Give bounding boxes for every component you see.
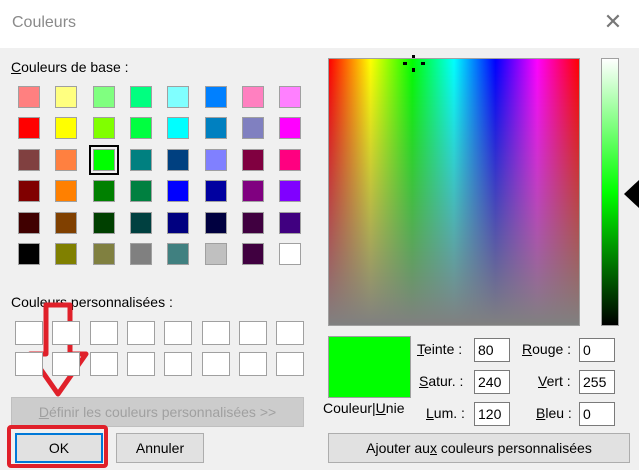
teinte-field[interactable]: 80 <box>474 338 510 362</box>
custom-color-swatch[interactable] <box>52 352 81 376</box>
basic-color-swatch[interactable] <box>204 86 227 108</box>
basic-color-swatch[interactable] <box>55 180 78 203</box>
basic-color-swatch[interactable] <box>279 243 302 265</box>
custom-color-swatch[interactable] <box>201 352 230 376</box>
basic-color-swatch[interactable] <box>279 180 302 203</box>
basic-color-swatch[interactable] <box>18 148 40 171</box>
basic-color-swatch[interactable] <box>241 211 264 234</box>
custom-color-swatch[interactable] <box>126 352 155 376</box>
custom-color-swatch[interactable] <box>164 352 193 376</box>
lum-field[interactable]: 120 <box>474 402 510 426</box>
color-preview <box>328 336 411 398</box>
basic-color-swatch[interactable] <box>18 117 40 140</box>
custom-color-swatch[interactable] <box>52 321 81 345</box>
basic-color-swatch[interactable] <box>241 180 264 203</box>
custom-color-swatch[interactable] <box>276 321 305 345</box>
basic-color-swatch[interactable] <box>55 148 78 171</box>
basic-color-swatch[interactable] <box>129 243 152 265</box>
luminance-bar[interactable] <box>601 58 619 326</box>
rouge-field[interactable]: 0 <box>579 338 615 362</box>
basic-color-swatch[interactable] <box>167 243 190 265</box>
basic-color-swatch[interactable] <box>88 144 119 175</box>
custom-color-swatch[interactable] <box>238 321 267 345</box>
vert-field[interactable]: 255 <box>579 370 615 394</box>
basic-color-swatch[interactable] <box>129 86 152 108</box>
basic-color-swatch[interactable] <box>167 148 190 171</box>
custom-color-swatch[interactable] <box>276 352 305 376</box>
basic-color-swatch[interactable] <box>167 117 190 140</box>
down-arrow-icon <box>27 302 89 397</box>
crosshair-icon <box>400 55 428 75</box>
basic-color-swatch[interactable] <box>241 86 264 108</box>
window-title: Couleurs <box>12 14 77 31</box>
basic-color-swatch[interactable] <box>204 117 227 140</box>
bleu-field[interactable]: 0 <box>579 402 615 426</box>
basic-color-swatch[interactable] <box>279 148 302 171</box>
color-spectrum[interactable] <box>328 58 580 326</box>
basic-color-swatch[interactable] <box>241 148 264 171</box>
satur-label: Satur. : <box>419 373 464 389</box>
basic-color-swatch[interactable] <box>92 180 115 203</box>
custom-color-swatch[interactable] <box>238 352 267 376</box>
teinte-label: Teinte : <box>417 341 463 357</box>
basic-color-swatch[interactable] <box>18 211 40 234</box>
basic-color-swatch[interactable] <box>18 86 40 108</box>
basic-color-swatch[interactable] <box>55 117 78 140</box>
basic-color-swatch[interactable] <box>18 180 40 203</box>
custom-color-swatch[interactable] <box>126 321 155 345</box>
basic-color-swatch[interactable] <box>92 243 115 265</box>
custom-color-swatch[interactable] <box>89 352 118 376</box>
basic-color-swatch[interactable] <box>92 86 115 108</box>
basic-color-swatch[interactable] <box>167 86 190 108</box>
basic-color-swatch[interactable] <box>204 211 227 234</box>
basic-color-swatch[interactable] <box>129 148 152 171</box>
basic-color-swatch[interactable] <box>204 180 227 203</box>
basic-color-swatch[interactable] <box>129 211 152 234</box>
basic-color-swatch[interactable] <box>279 211 302 234</box>
basic-colors-label: Couleurs de base : <box>11 59 129 75</box>
basic-color-swatch[interactable] <box>92 117 115 140</box>
basic-color-swatch[interactable] <box>55 211 78 234</box>
basic-color-swatch[interactable] <box>55 86 78 108</box>
custom-color-swatch[interactable] <box>164 321 193 345</box>
custom-color-swatch[interactable] <box>15 321 43 345</box>
add-custom-color-button[interactable]: Ajouter aux couleurs personnalisées <box>328 433 630 463</box>
basic-color-swatch[interactable] <box>241 117 264 140</box>
rouge-label: Rouge : <box>522 341 572 357</box>
basic-color-swatch[interactable] <box>167 180 190 203</box>
basic-color-swatch[interactable] <box>204 243 227 265</box>
basic-color-swatch[interactable] <box>129 180 152 203</box>
basic-color-swatch[interactable] <box>279 86 302 108</box>
basic-color-swatch[interactable] <box>18 243 40 265</box>
custom-color-swatch[interactable] <box>89 321 118 345</box>
title-bar: Couleurs ✕ <box>0 0 639 48</box>
cancel-button[interactable]: Annuler <box>116 433 204 463</box>
preview-label: Couleur|Unie <box>323 400 405 416</box>
basic-color-swatch[interactable] <box>55 243 78 265</box>
annotation-highlight-box <box>7 425 108 468</box>
define-custom-colors-button: Définir les couleurs personnalisées >> <box>11 397 304 427</box>
basic-color-swatch[interactable] <box>204 148 227 171</box>
custom-color-swatch[interactable] <box>201 321 230 345</box>
close-icon[interactable]: ✕ <box>601 10 625 34</box>
triangle-left-icon[interactable] <box>624 180 639 208</box>
basic-color-swatch[interactable] <box>279 117 302 140</box>
vert-label: Vert : <box>538 373 571 389</box>
satur-field[interactable]: 240 <box>474 370 510 394</box>
custom-color-swatch[interactable] <box>15 352 43 376</box>
basic-color-swatch[interactable] <box>92 211 115 234</box>
lum-label: Lum. : <box>426 405 465 421</box>
basic-color-swatch[interactable] <box>241 243 264 265</box>
basic-color-swatch[interactable] <box>129 117 152 140</box>
basic-color-swatch[interactable] <box>167 211 190 234</box>
bleu-label: Bleu : <box>536 405 572 421</box>
